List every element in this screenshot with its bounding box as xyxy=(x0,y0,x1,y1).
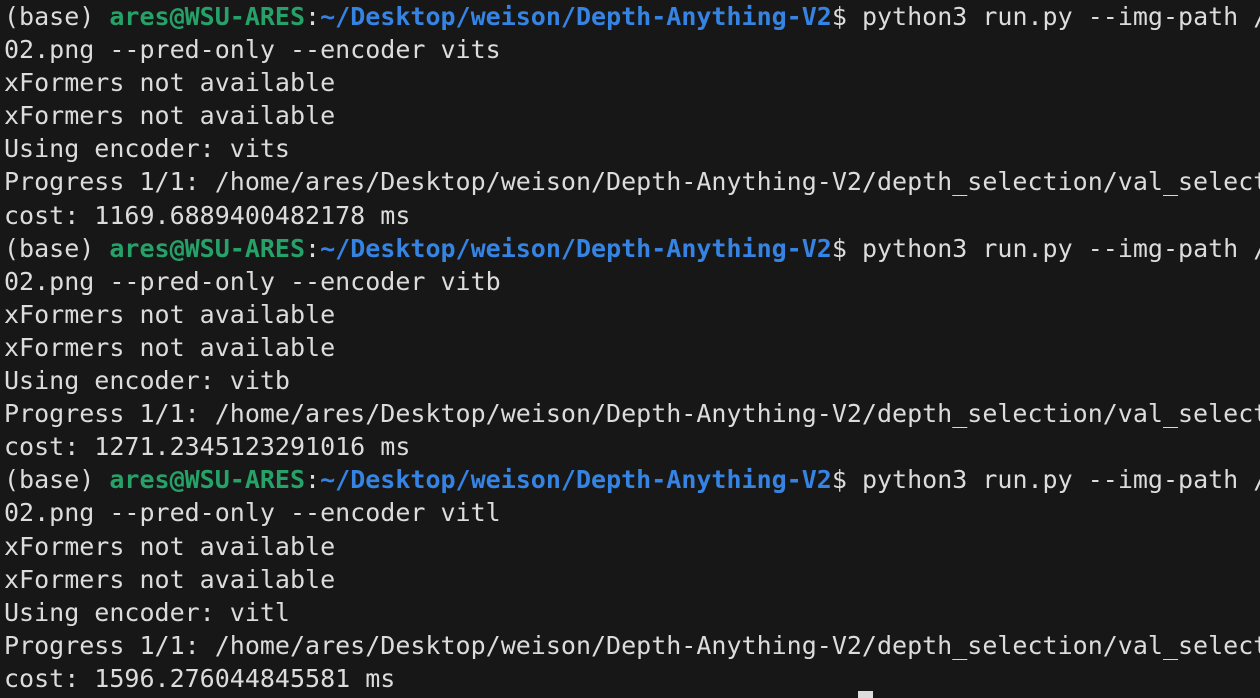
prompt-line: (base) ares@WSU-ARES:~/Desktop/weison/De… xyxy=(4,0,1260,33)
working-directory: ~/Desktop/weison/Depth-Anything-V2 xyxy=(320,233,832,263)
progress-line: Progress 1/1: /home/ares/Desktop/weison/… xyxy=(4,399,1260,429)
conda-env: (base) xyxy=(4,233,110,263)
progress-line: Progress 1/1: /home/ares/Desktop/weison/… xyxy=(4,630,1260,660)
output-line: xFormers not available xyxy=(4,299,336,329)
prompt-separator: : xyxy=(305,465,321,495)
terminal-output: (base) ares@WSU-ARES:~/Desktop/weison/De… xyxy=(4,0,1260,695)
cost-line: cost: 1596.276044845581 ms xyxy=(4,663,396,693)
terminal-window[interactable]: (base) ares@WSU-ARES:~/Desktop/weison/De… xyxy=(0,0,1260,698)
command-wrap-line: 02.png --pred-only --encoder vitb xyxy=(4,266,501,296)
prompt-line: (base) ares@WSU-ARES:~/Desktop/weison/De… xyxy=(4,232,1260,265)
conda-env: (base) xyxy=(4,465,110,495)
user-host: ares@WSU-ARES xyxy=(109,465,306,495)
command-text: $ python3 run.py --img-path / xyxy=(831,465,1260,495)
text-cursor xyxy=(858,691,873,698)
output-line: xFormers not available xyxy=(4,68,336,98)
working-directory: ~/Desktop/weison/Depth-Anything-V2 xyxy=(320,465,832,495)
command-text: $ python3 run.py --img-path / xyxy=(831,2,1260,31)
command-text: $ python3 run.py --img-path / xyxy=(831,233,1260,263)
encoder-line: Using encoder: vits xyxy=(4,134,290,164)
encoder-line: Using encoder: vitb xyxy=(4,366,290,396)
user-host: ares@WSU-ARES xyxy=(109,2,306,31)
command-wrap-line: 02.png --pred-only --encoder vitl xyxy=(4,498,501,528)
command-wrap-line: 02.png --pred-only --encoder vits xyxy=(4,35,501,65)
output-line: xFormers not available xyxy=(4,564,336,594)
output-line: xFormers not available xyxy=(4,332,336,362)
cost-line: cost: 1271.2345123291016 ms xyxy=(4,432,411,462)
conda-env: (base) xyxy=(4,2,110,31)
prompt-separator: : xyxy=(305,2,321,31)
cost-line: cost: 1169.6889400482178 ms xyxy=(4,200,411,230)
working-directory: ~/Desktop/weison/Depth-Anything-V2 xyxy=(320,2,832,31)
prompt-separator: : xyxy=(305,233,321,263)
output-line: xFormers not available xyxy=(4,101,336,131)
user-host: ares@WSU-ARES xyxy=(109,233,306,263)
progress-line: Progress 1/1: /home/ares/Desktop/weison/… xyxy=(4,167,1260,197)
encoder-line: Using encoder: vitl xyxy=(4,597,290,627)
prompt-line: (base) ares@WSU-ARES:~/Desktop/weison/De… xyxy=(4,463,1260,496)
output-line: xFormers not available xyxy=(4,531,336,561)
